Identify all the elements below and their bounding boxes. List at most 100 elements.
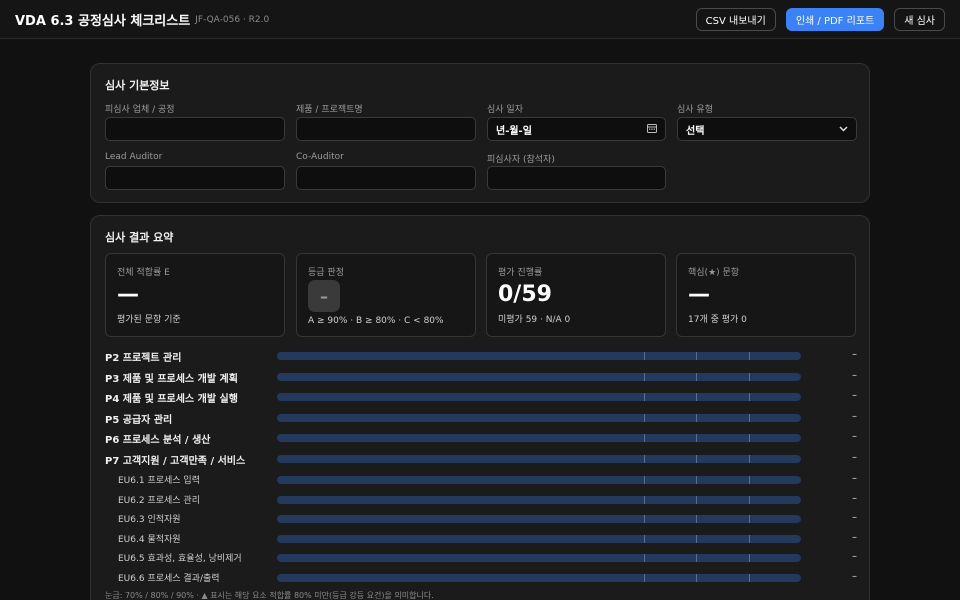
process-row-value: –	[852, 473, 857, 484]
threshold-mark	[643, 393, 645, 402]
threshold-mark	[643, 476, 645, 484]
process-row-bar	[277, 372, 801, 381]
key-items-value: —	[688, 282, 710, 307]
product-input[interactable]	[296, 117, 476, 141]
auditee-input[interactable]	[105, 117, 285, 141]
chevron-down-icon	[839, 124, 848, 135]
process-row-bar	[277, 434, 801, 443]
process-row-label: P7 고객지원 / 고객만족 / 서비스	[105, 456, 246, 467]
process-row-bar	[277, 574, 801, 582]
app-title: VDA 6.3 공정심사 체크리스트	[15, 13, 191, 29]
new-audit-button[interactable]: 새 심사	[894, 7, 945, 31]
threshold-mark	[643, 413, 645, 422]
process-row-value: –	[852, 492, 857, 504]
process-row-bar	[277, 495, 801, 504]
threshold-mark	[748, 515, 750, 524]
process-row: P2 프로젝트 관리 –	[105, 347, 857, 365]
progress-value: 0/59	[498, 282, 552, 307]
summary-title: 심사 결과 요약	[105, 231, 174, 244]
product-label: 제품 / 프로젝트명	[296, 105, 363, 115]
auditee-label: 피심사 업체 / 공정	[105, 105, 175, 115]
process-row-label: P5 공급자 관리	[105, 414, 173, 426]
lead-auditor-input[interactable]	[105, 166, 285, 190]
process-row-bar	[277, 352, 801, 360]
threshold-mark	[643, 495, 645, 504]
co-auditor-input[interactable]	[296, 166, 476, 190]
grade-note: A ≥ 90% · B ≥ 80% · C < 80%	[308, 316, 444, 326]
csv-export-button[interactable]: CSV 내보내기	[695, 7, 776, 31]
document-code: JF-QA-056 · R2.0	[195, 15, 270, 25]
threshold-mark	[748, 554, 750, 563]
process-row: EU6.6 프로세스 결과/출력 –	[105, 569, 857, 587]
audit-date-value: 년-월-일	[496, 125, 532, 137]
threshold-mark	[696, 413, 698, 422]
process-row-bar	[277, 393, 801, 402]
threshold-mark	[696, 515, 698, 524]
process-row-value: –	[852, 512, 857, 524]
key-items-label: 핵심(★) 문항	[688, 268, 740, 278]
process-row-value: –	[852, 349, 857, 360]
compliance-note: 평가된 문항 기준	[117, 315, 181, 325]
threshold-mark	[696, 393, 698, 402]
audit-type-label: 심사 유형	[677, 105, 713, 115]
process-row-label: P4 제품 및 프로세스 개발 실행	[105, 394, 238, 406]
audit-type-select[interactable]: 선택	[677, 117, 857, 141]
threshold-mark	[643, 534, 645, 543]
basic-info-title: 심사 기본정보	[105, 79, 170, 92]
process-row-label: EU6.2 프로세스 관리	[118, 495, 200, 506]
process-row-value: –	[852, 410, 857, 422]
process-row-bar	[277, 476, 801, 484]
process-row-bar	[277, 515, 801, 524]
process-row: EU6.4 물적자원 –	[105, 530, 857, 548]
process-row-value: –	[852, 531, 857, 543]
threshold-mark	[748, 372, 750, 381]
threshold-mark	[748, 352, 750, 360]
threshold-mark	[696, 534, 698, 543]
lead-auditor-label: Lead Auditor	[105, 152, 163, 162]
threshold-mark	[748, 413, 750, 422]
threshold-mark	[696, 476, 698, 484]
threshold-mark	[643, 372, 645, 381]
co-auditor-label: Co-Auditor	[296, 152, 344, 162]
attendee-label: 피심사자 (참석자)	[487, 155, 555, 165]
print-pdf-button[interactable]: 인쇄 / PDF 리포트	[785, 7, 885, 31]
threshold-mark	[748, 534, 750, 543]
process-row-value: –	[852, 369, 857, 381]
process-row-value: –	[852, 431, 857, 443]
process-row: EU6.1 프로세스 입력 –	[105, 471, 857, 489]
audit-date-input[interactable]: 년-월-일	[487, 117, 666, 141]
threshold-mark	[696, 554, 698, 563]
process-row: P5 공급자 관리 –	[105, 409, 857, 427]
threshold-mark	[643, 574, 645, 582]
audit-date-label: 심사 일자	[487, 105, 523, 115]
process-row-bar	[277, 554, 801, 563]
process-row-bar	[277, 455, 801, 463]
process-row-label: EU6.4 물적자원	[118, 534, 181, 545]
threshold-mark	[696, 434, 698, 443]
grade-label: 등급 판정	[308, 268, 344, 278]
process-row-value: –	[852, 390, 857, 402]
process-row-label: EU6.6 프로세스 결과/출력	[118, 574, 220, 584]
threshold-mark	[643, 352, 645, 360]
process-row-value: –	[852, 551, 857, 563]
threshold-mark	[748, 476, 750, 484]
scale-legend: 눈금: 70% / 80% / 90% · ▲ 표시는 해당 요소 적합률 80…	[105, 591, 434, 600]
compliance-label: 전체 적합률 E	[117, 268, 170, 278]
attendee-input[interactable]	[487, 166, 666, 190]
progress-label: 평가 진행률	[498, 268, 543, 278]
header-actions: CSV 내보내기 인쇄 / PDF 리포트 새 심사	[695, 7, 945, 31]
threshold-mark	[696, 372, 698, 381]
process-row-label: EU6.5 효과성, 효율성, 낭비제거	[118, 554, 242, 565]
process-row-label: P3 제품 및 프로세스 개발 계획	[105, 373, 238, 385]
threshold-mark	[748, 434, 750, 443]
process-row: EU6.5 효과성, 효율성, 낭비제거 –	[105, 549, 857, 567]
threshold-mark	[748, 495, 750, 504]
summary-card: 심사 결과 요약 전체 적합률 E — 평가된 문항 기준 등급 판정 – A …	[90, 215, 870, 600]
threshold-mark	[643, 515, 645, 524]
threshold-mark	[643, 554, 645, 563]
threshold-mark	[748, 574, 750, 582]
threshold-mark	[643, 434, 645, 443]
process-row: P6 프로세스 분석 / 생산 –	[105, 429, 857, 447]
process-row-value: –	[852, 571, 857, 582]
calendar-icon[interactable]	[647, 123, 657, 136]
